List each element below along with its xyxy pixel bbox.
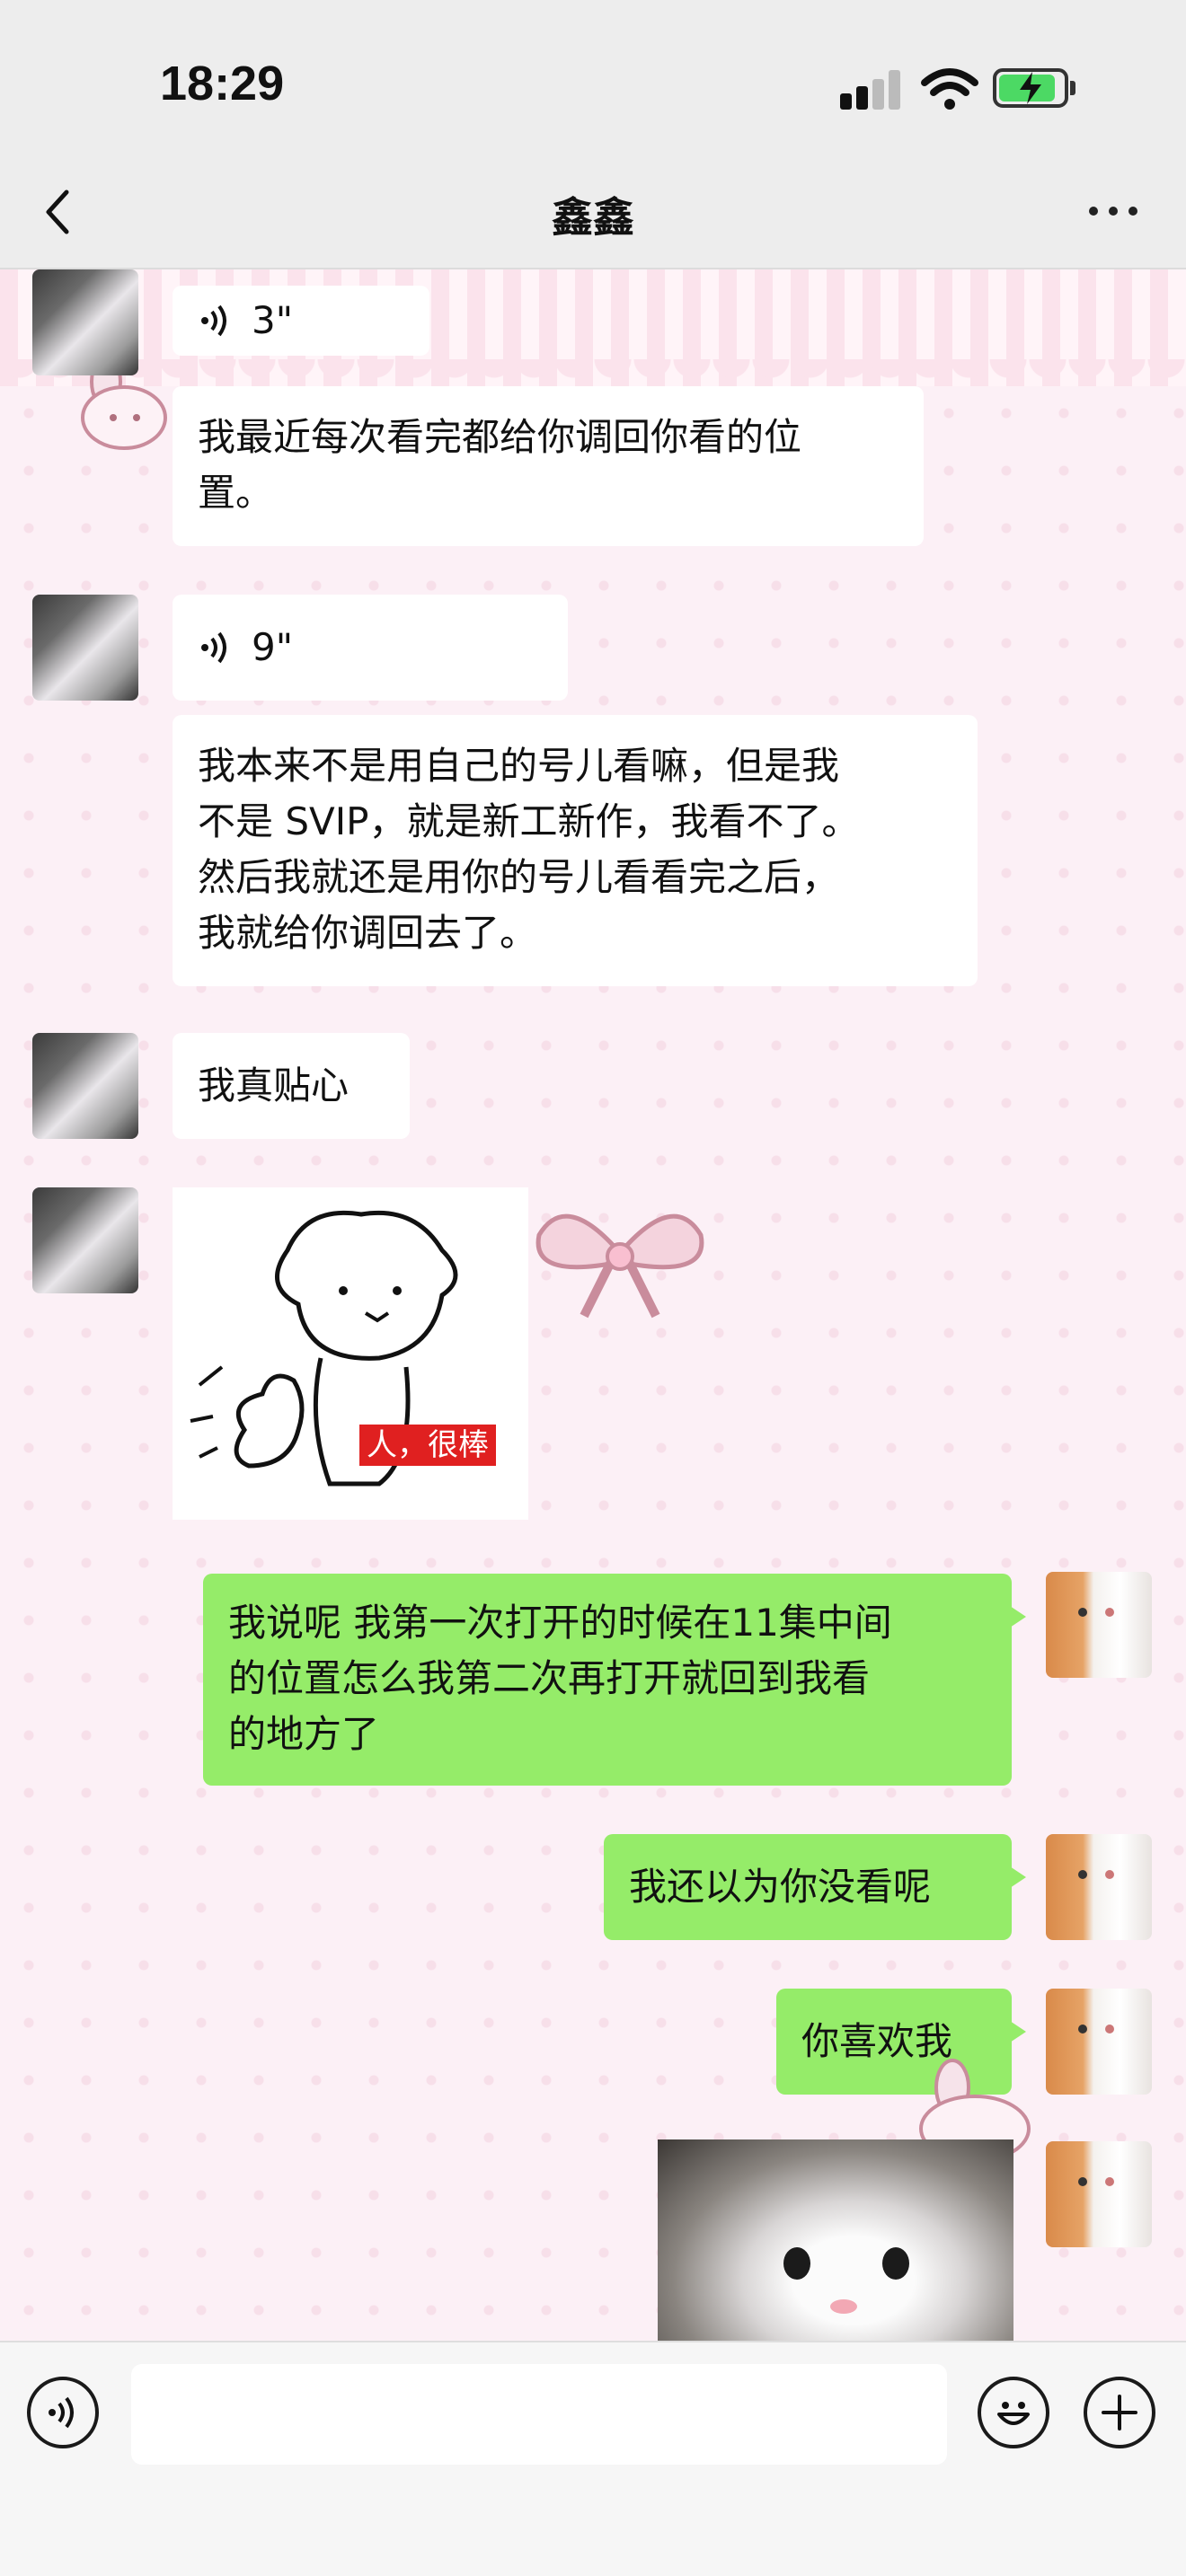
add-button[interactable] bbox=[1084, 2377, 1155, 2448]
my-avatar[interactable] bbox=[1046, 1989, 1152, 2095]
voice-message[interactable]: 3" bbox=[173, 286, 429, 356]
voice-wave-icon bbox=[201, 304, 226, 337]
message-line: 置。 bbox=[198, 471, 274, 515]
message-line: 的地方了 bbox=[228, 1712, 380, 1756]
my-avatar[interactable] bbox=[1046, 2141, 1152, 2247]
my-avatar[interactable] bbox=[1046, 1834, 1152, 1940]
text-message[interactable]: 我说呢 我第一次打开的时候在11集中间 的位置怎么我第二次再打开就回到我看 的地… bbox=[203, 1574, 1026, 1786]
voice-wave-icon bbox=[49, 2396, 74, 2429]
text-message[interactable]: 我还以为你没看呢 bbox=[604, 1834, 1026, 1940]
message-line: 我真贴心 bbox=[198, 1063, 350, 1107]
contact-avatar[interactable] bbox=[32, 595, 138, 701]
sticker-message[interactable]: 人，很棒 bbox=[173, 1187, 528, 1520]
message-line: 我本来不是用自己的号儿看嘛，但是我 bbox=[198, 744, 840, 788]
emoji-button[interactable] bbox=[978, 2377, 1049, 2448]
voice-message[interactable]: 9" bbox=[173, 595, 568, 701]
plus-icon bbox=[1102, 2395, 1137, 2430]
message-line: 的位置怎么我第二次再打开就回到我看 bbox=[228, 1656, 871, 1700]
message-line: 我就给你调回去了。 bbox=[198, 911, 538, 955]
message-line: 我说呢 我第一次打开的时候在11集中间 bbox=[228, 1601, 892, 1645]
message-input[interactable] bbox=[131, 2364, 947, 2465]
chat-title: 鑫鑫 bbox=[552, 193, 634, 242]
sticker-caption: 人，很棒 bbox=[359, 1425, 496, 1466]
voice-input-button[interactable] bbox=[27, 2377, 99, 2448]
chat-header: 鑫鑫 bbox=[0, 153, 1186, 269]
my-avatar[interactable] bbox=[1046, 1572, 1152, 1678]
status-time: 18:29 bbox=[160, 57, 285, 110]
bow-decoration-icon bbox=[535, 1213, 704, 1319]
emoji-icon bbox=[997, 2402, 1030, 2425]
voice-duration: 3" bbox=[252, 298, 294, 342]
input-bar bbox=[0, 2341, 1186, 2576]
text-message[interactable]: 我真贴心 bbox=[173, 1033, 410, 1139]
status-bar: 18:29 bbox=[0, 0, 1186, 153]
kitten-photo-message[interactable] bbox=[658, 2139, 1013, 2341]
message-line: 我最近每次看完都给你调回你看的位 bbox=[198, 415, 802, 459]
text-message[interactable]: 我本来不是用自己的号儿看嘛，但是我 不是 SVIP，就是新工新作，我看不了。 然… bbox=[173, 715, 978, 986]
contact-avatar[interactable] bbox=[32, 269, 138, 375]
battery-charging-icon bbox=[993, 68, 1075, 108]
cellular-signal-icon bbox=[840, 70, 903, 110]
wifi-icon bbox=[921, 68, 978, 110]
message-line: 我还以为你没看呢 bbox=[629, 1865, 932, 1909]
text-message[interactable]: 我最近每次看完都给你调回你看的位 置。 bbox=[173, 386, 924, 546]
more-icon[interactable] bbox=[1089, 201, 1139, 219]
message-line: 不是 SVIP，就是新工新作，我看不了。 bbox=[198, 799, 860, 843]
contact-avatar[interactable] bbox=[32, 1033, 138, 1139]
voice-wave-icon bbox=[201, 631, 226, 664]
voice-duration: 9" bbox=[252, 625, 294, 669]
contact-avatar[interactable] bbox=[32, 1187, 138, 1293]
message-line: 然后我就还是用你的号儿看看完之后， bbox=[198, 855, 840, 899]
dog-thumbs-up-sticker bbox=[190, 1210, 458, 1486]
